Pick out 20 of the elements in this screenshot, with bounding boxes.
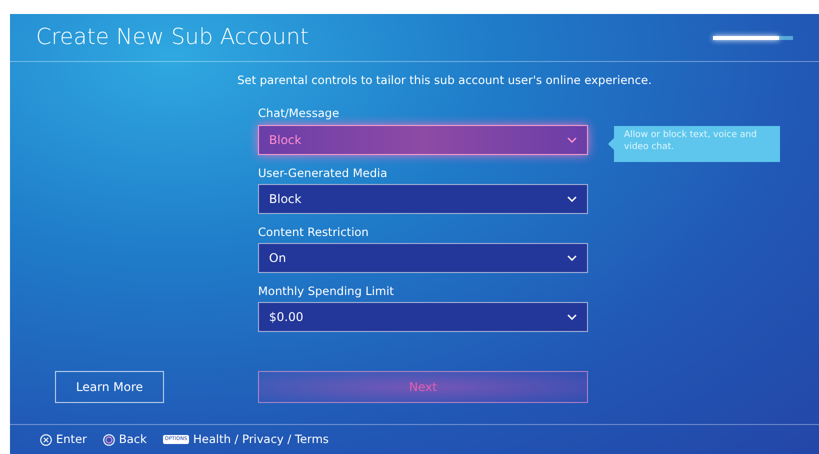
- dropdown-field[interactable]: Block: [258, 184, 588, 214]
- field-label: Content Restriction: [258, 224, 370, 241]
- circle-button-icon: [102, 434, 115, 446]
- dropdown-field[interactable]: On: [258, 243, 588, 273]
- dropdown-field[interactable]: $0.00: [258, 302, 588, 332]
- page-title: Create New Sub Account: [36, 24, 309, 52]
- field-label: Monthly Spending Limit: [258, 283, 395, 300]
- hint-label: Health / Privacy / Terms: [193, 430, 329, 448]
- chevron-down-icon: [567, 255, 577, 261]
- hint-label: Back: [118, 430, 147, 448]
- chevron-down-icon: [567, 136, 577, 142]
- hint-label: Enter: [56, 430, 87, 448]
- learn-more-button[interactable]: Learn More: [55, 371, 164, 403]
- cross-button-icon: [40, 434, 52, 446]
- field-label: Chat/Message: [258, 105, 340, 122]
- chevron-down-icon: [567, 196, 577, 202]
- field-label: User-Generated Media: [258, 164, 388, 182]
- tooltip: Allow or block text, voice and video chat.: [608, 126, 780, 162]
- subtitle-text: Set parental controls to tailor this sub account user's online experience.: [236, 72, 653, 89]
- chevron-down-icon: [567, 314, 577, 320]
